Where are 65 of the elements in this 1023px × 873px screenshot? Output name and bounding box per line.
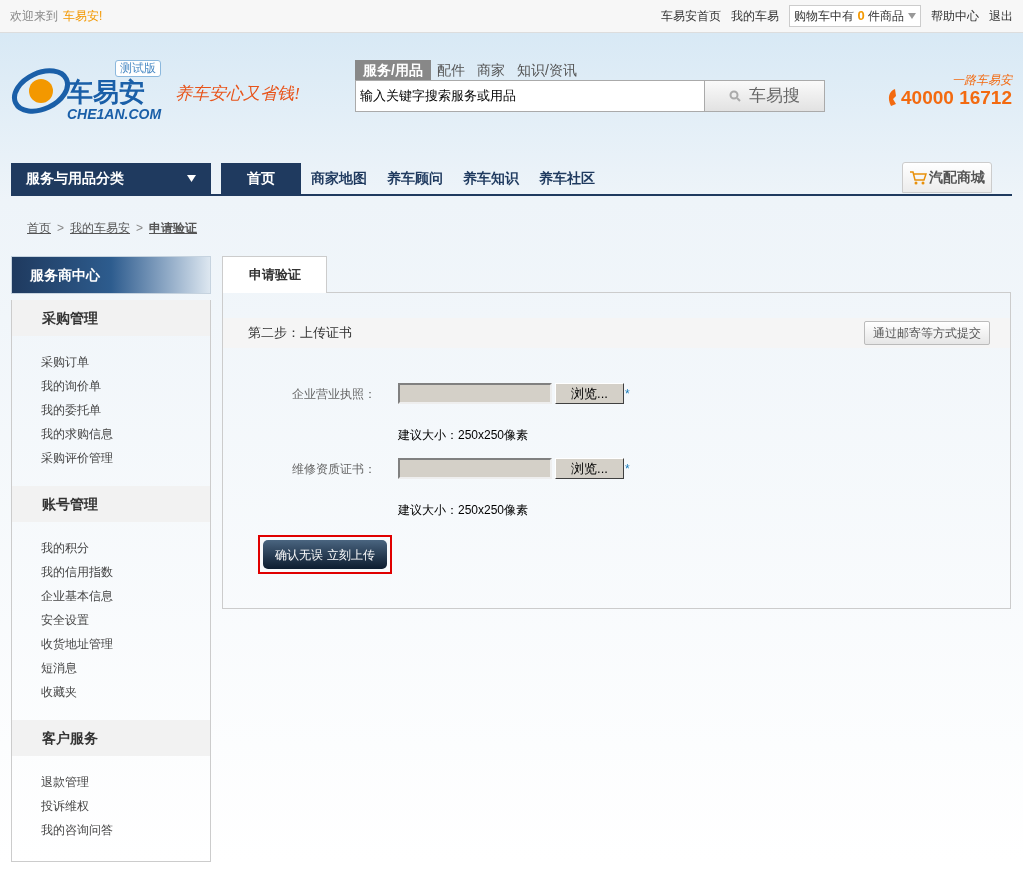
cart-text: 购物车中有 0 件商品 (794, 7, 904, 26)
search-tab[interactable]: 配件 (430, 60, 471, 80)
required-mark: * (625, 386, 630, 403)
top-link[interactable]: 退出 (989, 7, 1013, 25)
breadcrumb-separator: > (136, 220, 144, 237)
sidebar-group-title: 采购管理 (12, 300, 210, 336)
sidebar-group-title: 账号管理 (12, 486, 210, 522)
slogan: 养车安心又省钱! (175, 82, 300, 105)
mail-submit-button[interactable]: 通过邮寄等方式提交 (864, 321, 990, 345)
step-title: 第二步：上传证书 (248, 324, 352, 343)
caret-icon (908, 13, 916, 19)
upload-label: 维修资质证书： (291, 461, 377, 478)
sidebar-link[interactable]: 我的信用指数 (12, 560, 210, 584)
nav-item[interactable]: 养车知识 (453, 163, 529, 194)
sidebar-link[interactable]: 安全设置 (12, 608, 210, 632)
shop-button[interactable]: 汽配商城 (902, 162, 992, 193)
logo-name: 车易安 (67, 77, 146, 107)
cart-icon (909, 169, 927, 186)
sidebar-link[interactable]: 短消息 (12, 656, 210, 680)
sidebar-title: 服务商中心 (11, 256, 211, 294)
sidebar-link[interactable]: 投诉维权 (12, 794, 210, 818)
welcome-text: 欢迎来到 (10, 8, 58, 25)
sidebar-link[interactable]: 采购评价管理 (12, 446, 210, 470)
file-field[interactable] (398, 458, 552, 479)
sidebar-link[interactable]: 我的咨询问答 (12, 818, 210, 842)
breadcrumb-link[interactable]: 我的车易安 (70, 219, 130, 237)
browse-button[interactable]: 浏览... (555, 458, 624, 479)
nav-item[interactable]: 养车社区 (529, 163, 605, 194)
top-link[interactable]: 帮助中心 (931, 7, 979, 25)
size-hint: 建议大小：250x250像素 (398, 502, 530, 519)
search-tab[interactable]: 服务/用品 (355, 60, 431, 80)
search-tab[interactable]: 商家 (470, 60, 511, 80)
nav-item[interactable]: 商家地图 (301, 163, 377, 194)
hotline-caption: 一路车易安 (952, 74, 1012, 87)
browse-button[interactable]: 浏览... (555, 383, 624, 404)
breadcrumb-link[interactable]: 首页 (27, 219, 51, 237)
sidebar-link[interactable]: 收货地址管理 (12, 632, 210, 656)
sidebar-group-title: 客户服务 (12, 720, 210, 756)
required-mark: * (625, 461, 630, 478)
top-link[interactable]: 我的车易 (731, 7, 780, 25)
logo-badge: 测试版 (115, 60, 162, 77)
breadcrumb-link[interactable]: 申请验证 (149, 219, 198, 237)
file-field[interactable] (398, 383, 552, 404)
cart-dropdown[interactable]: 购物车中有 0 件商品 (789, 5, 921, 27)
top-link[interactable]: 车易安首页 (661, 7, 722, 25)
hotline-number: 40000 16712 (901, 87, 1012, 109)
upload-label: 企业营业执照： (291, 386, 377, 403)
page-tab[interactable]: 申请验证 (222, 256, 327, 293)
caret-icon (187, 175, 196, 182)
sidebar-link[interactable]: 收藏夹 (12, 680, 210, 704)
search-tab[interactable]: 知识/资讯 (510, 60, 583, 80)
sidebar-link[interactable]: 我的委托单 (12, 398, 210, 422)
sidebar-link[interactable]: 采购订单 (12, 350, 210, 374)
sidebar-link[interactable]: 企业基本信息 (12, 584, 210, 608)
upload-button[interactable]: 确认无误 立刻上传 (263, 540, 387, 569)
nav-item[interactable]: 首页 (221, 163, 301, 194)
logo-domain: CHE1AN.COM (67, 107, 162, 122)
breadcrumb-separator: > (57, 220, 64, 237)
sidebar-link[interactable]: 我的积分 (12, 536, 210, 560)
size-hint: 建议大小：250x250像素 (398, 427, 530, 444)
sidebar-link[interactable]: 我的求购信息 (12, 422, 210, 446)
nav-item[interactable]: 养车顾问 (377, 163, 453, 194)
sidebar-link[interactable]: 我的询价单 (12, 374, 210, 398)
sidebar-link[interactable]: 退款管理 (12, 770, 210, 794)
category-menu[interactable]: 服务与用品分类 (11, 163, 211, 194)
